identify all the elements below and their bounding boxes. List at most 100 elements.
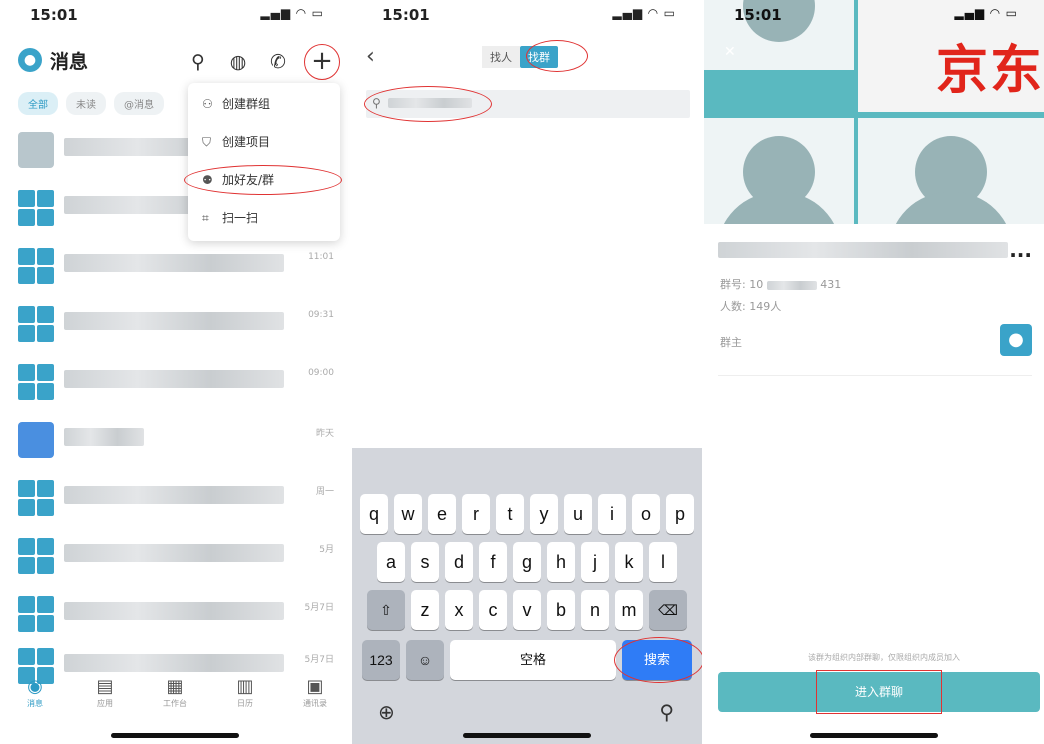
- key-y[interactable]: y: [530, 494, 558, 534]
- globe-icon[interactable]: ⊕: [378, 700, 395, 724]
- key-k[interactable]: k: [615, 542, 643, 582]
- list-item[interactable]: 5月7日: [18, 592, 334, 636]
- group-avatar: [18, 480, 54, 516]
- group-number-tail: 431: [820, 278, 842, 291]
- tab-contacts[interactable]: ▣ 通讯录: [290, 676, 340, 716]
- key-i[interactable]: i: [598, 494, 626, 534]
- blurred-group-number: [766, 280, 817, 290]
- numbers-key[interactable]: 123: [362, 640, 400, 680]
- search-icon[interactable]: ⚲: [184, 47, 212, 77]
- list-item[interactable]: 09:31: [18, 302, 334, 346]
- status-bar: 15:01 ▂▄▆ ◠ ▭: [704, 0, 1044, 34]
- key-g[interactable]: g: [513, 542, 541, 582]
- shift-key[interactable]: ⇧: [367, 590, 405, 630]
- avatar: [18, 422, 54, 458]
- blurred-content: [64, 486, 284, 504]
- key-z[interactable]: z: [411, 590, 439, 630]
- key-u[interactable]: u: [564, 494, 592, 534]
- key-v[interactable]: v: [513, 590, 541, 630]
- key-t[interactable]: t: [496, 494, 524, 534]
- key-f[interactable]: f: [479, 542, 507, 582]
- owner-avatar[interactable]: ●: [1000, 324, 1032, 356]
- menu-item-add-friend-group[interactable]: ⚉ 加好友/群: [184, 161, 342, 199]
- filter-all[interactable]: 全部: [18, 92, 58, 115]
- key-l[interactable]: l: [649, 542, 677, 582]
- keyboard: q w e r t y u i o p a s d f g h j k l ⇧ …: [352, 448, 702, 744]
- key-j[interactable]: j: [581, 542, 609, 582]
- key-b[interactable]: b: [547, 590, 575, 630]
- key-n[interactable]: n: [581, 590, 609, 630]
- menu-item-label: 扫一扫: [222, 211, 259, 225]
- user-avatar[interactable]: ●: [18, 48, 42, 72]
- scan-icon: ⌗: [202, 211, 209, 225]
- list-item[interactable]: 5月: [18, 534, 334, 578]
- filter-unread[interactable]: 未读: [66, 92, 106, 115]
- list-item[interactable]: 09:00: [18, 360, 334, 404]
- list-item[interactable]: 周一: [18, 476, 334, 520]
- group-name-ellipsis: ...: [1009, 238, 1032, 262]
- key-q[interactable]: q: [360, 494, 388, 534]
- cover-tile: [858, 118, 1044, 224]
- key-a[interactable]: a: [377, 542, 405, 582]
- key-c[interactable]: c: [479, 590, 507, 630]
- messages-header: ● 消息 ⚲ ◍ ✆ +: [18, 44, 340, 80]
- chat-icon[interactable]: ◍: [224, 47, 252, 77]
- key-s[interactable]: s: [411, 542, 439, 582]
- join-notice: 该群为组织内部群聊，仅限组织内成员加入: [808, 653, 960, 662]
- segment-find-people[interactable]: 找人: [482, 46, 520, 68]
- space-key[interactable]: 空格: [450, 640, 616, 680]
- key-h[interactable]: h: [547, 542, 575, 582]
- key-m[interactable]: m: [615, 590, 643, 630]
- status-time: 15:01: [382, 6, 430, 24]
- key-e[interactable]: e: [428, 494, 456, 534]
- key-d[interactable]: d: [445, 542, 473, 582]
- group-icon: ⚇: [202, 97, 213, 111]
- home-indicator: [111, 733, 239, 738]
- microphone-icon[interactable]: ⚲: [659, 700, 674, 724]
- message-time: 5月7日: [304, 655, 334, 665]
- status-time: 15:01: [30, 6, 78, 24]
- tab-apps[interactable]: ▤ 应用: [80, 676, 130, 716]
- blurred-content: [64, 428, 144, 446]
- tab-messages[interactable]: ◉ 消息: [10, 676, 60, 716]
- home-indicator: [463, 733, 591, 738]
- member-count: 人数: 149人: [720, 300, 782, 313]
- add-button[interactable]: +: [304, 44, 340, 80]
- key-o[interactable]: o: [632, 494, 660, 534]
- tab-label: 消息: [27, 699, 43, 708]
- status-time: 15:01: [734, 6, 782, 24]
- back-button[interactable]: ‹: [366, 44, 375, 69]
- group-avatar: [18, 190, 54, 226]
- delete-key[interactable]: ⌫: [649, 590, 687, 630]
- tab-workbench[interactable]: ▦ 工作台: [150, 676, 200, 716]
- group-avatar: [18, 248, 54, 284]
- status-bar: 15:01 ▂▄▆ ◠ ▭: [352, 0, 702, 34]
- key-x[interactable]: x: [445, 590, 473, 630]
- blurred-content: [64, 254, 284, 272]
- search-group-screen: 15:01 ▂▄▆ ◠ ▭ ‹ 找人 找群 ⚲ q w e r t y u i …: [352, 0, 702, 744]
- key-w[interactable]: w: [394, 494, 422, 534]
- emoji-key[interactable]: ☺: [406, 640, 444, 680]
- key-p[interactable]: p: [666, 494, 694, 534]
- page-title: 消息: [50, 51, 89, 73]
- group-avatar: [18, 538, 54, 574]
- list-item[interactable]: 昨天: [18, 418, 334, 462]
- signal-wifi-battery-icon: ▂▄▆ ◠ ▭: [612, 6, 676, 20]
- list-item[interactable]: 11:01: [18, 244, 334, 288]
- menu-item-scan[interactable]: ⌗ 扫一扫: [188, 199, 340, 237]
- menu-item-label: 创建群组: [222, 97, 271, 111]
- cover-text: 京东: [935, 41, 1044, 101]
- filter-mentions[interactable]: @消息: [114, 92, 164, 115]
- tab-calendar[interactable]: ▥ 日历: [220, 676, 270, 716]
- close-icon[interactable]: ✕: [724, 44, 736, 60]
- menu-item-create-group[interactable]: ⚇ 创建群组: [188, 85, 340, 123]
- blurred-content: [64, 602, 284, 620]
- blurred-content: [64, 370, 284, 388]
- group-name: ...: [718, 238, 1032, 262]
- key-r[interactable]: r: [462, 494, 490, 534]
- divider: [718, 375, 1032, 376]
- home-indicator: [810, 733, 938, 738]
- contacts-icon: ▣: [306, 676, 324, 697]
- phone-icon[interactable]: ✆: [264, 47, 292, 77]
- menu-item-create-project[interactable]: ⛉ 创建项目: [188, 123, 340, 161]
